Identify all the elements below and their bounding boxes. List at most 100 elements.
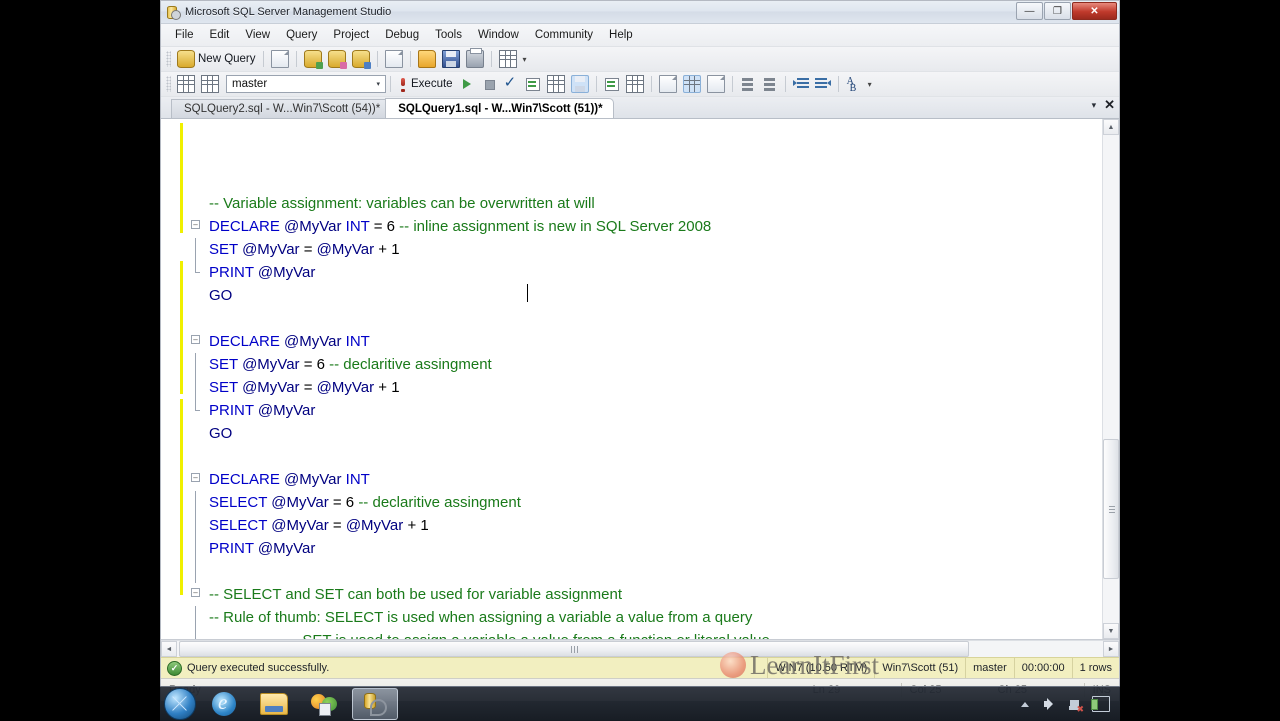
query-status-bar: ✓ Query executed successfully. WIN7 (10.… <box>161 657 1119 678</box>
results-to-grid-2-button[interactable] <box>680 74 704 94</box>
scroll-down-button[interactable]: ▼ <box>1103 623 1119 639</box>
query-options-button[interactable] <box>544 74 568 94</box>
disconnect-button[interactable] <box>198 74 222 94</box>
parse-button[interactable] <box>500 73 522 94</box>
code-line[interactable]: SET @MyVar = 6 -- declaritive assingment <box>183 353 1102 376</box>
menu-item-community[interactable]: Community <box>527 27 601 43</box>
volume-icon[interactable] <box>1042 696 1058 712</box>
code-line[interactable]: -- Rule of thumb: SELECT is used when as… <box>183 606 1102 629</box>
debug-button[interactable] <box>456 74 478 94</box>
connect-button[interactable] <box>174 74 198 94</box>
fold-collapse-icon[interactable]: – <box>191 220 200 229</box>
fold-collapse-icon[interactable]: – <box>191 473 200 482</box>
code-line[interactable]: – DECLARE @MyVar INT = 6 -- inline assign… <box>183 215 1102 238</box>
code-text-area[interactable]: -- Variable assignment: variables can be… <box>183 119 1102 639</box>
code-line[interactable]: SET @MyVar = @MyVar + 1 <box>183 376 1102 399</box>
network-icon[interactable] <box>1067 696 1084 715</box>
uncomment-button[interactable] <box>759 74 781 94</box>
code-line[interactable]: -- SET is used to assign a variable a va… <box>183 629 1102 639</box>
close-button[interactable]: ✕ <box>1072 2 1117 20</box>
results-to-grid-button[interactable] <box>568 74 592 94</box>
results-to-file-button[interactable] <box>704 74 728 94</box>
code-line[interactable]: PRINT @MyVar <box>183 399 1102 422</box>
scroll-right-button[interactable]: ► <box>1103 641 1119 657</box>
menu-item-help[interactable]: Help <box>601 27 641 43</box>
menu-item-window[interactable]: Window <box>470 27 527 43</box>
menu-item-project[interactable]: Project <box>325 27 377 43</box>
toolbar-grip[interactable] <box>166 76 171 92</box>
code-line[interactable]: – DECLARE @MyVar INT <box>183 330 1102 353</box>
code-line[interactable]: SELECT @MyVar = 6 -- declaritive assingm… <box>183 491 1102 514</box>
tab-list-dropdown-icon[interactable]: ▾ <box>1092 100 1097 111</box>
code-line[interactable]: – -- SELECT and SET can both be used for … <box>183 583 1102 606</box>
analysis-services-mdx-query-button[interactable] <box>325 49 349 69</box>
code-line[interactable]: GO <box>183 284 1102 307</box>
save-button[interactable] <box>439 49 463 69</box>
display-estimated-plan-button[interactable] <box>522 74 544 94</box>
fold-collapse-icon[interactable]: – <box>191 335 200 344</box>
menu-item-edit[interactable]: Edit <box>202 27 238 43</box>
outdent-button[interactable] <box>812 74 834 94</box>
show-hidden-icons-icon[interactable] <box>1017 696 1033 712</box>
toolbar-separator <box>595 76 597 92</box>
new-query-button[interactable]: New Query <box>174 49 259 69</box>
include-actual-plan-button[interactable] <box>601 74 623 94</box>
taskbar-button-internet-explorer[interactable] <box>202 689 246 719</box>
include-actual-plan-icon <box>604 76 620 92</box>
menu-item-view[interactable]: View <box>237 27 278 43</box>
code-line[interactable]: SET @MyVar = @MyVar + 1 <box>183 238 1102 261</box>
results-to-text-button[interactable] <box>656 74 680 94</box>
tab-sqlquery1[interactable]: SQLQuery1.sql - W...Win7\Scott (51))* <box>385 98 614 118</box>
taskbar-button-sql-server-management-studio[interactable] <box>352 688 398 720</box>
action-center-icon[interactable] <box>1091 696 1110 712</box>
code-line[interactable]: PRINT @MyVar <box>183 261 1102 284</box>
print-button[interactable] <box>463 48 487 69</box>
scroll-up-button[interactable]: ▲ <box>1103 119 1119 135</box>
code-line[interactable]: SELECT @MyVar = @MyVar + 1 <box>183 514 1102 537</box>
tab-sqlquery2[interactable]: SQLQuery2.sql - W...Win7\Scott (54))* <box>171 99 392 118</box>
code-line[interactable]: PRINT @MyVar <box>183 537 1102 560</box>
find-button[interactable] <box>496 49 520 69</box>
sort-az-button[interactable] <box>843 74 865 97</box>
code-line[interactable] <box>183 445 1102 468</box>
menu-item-tools[interactable]: Tools <box>427 27 470 43</box>
code-line[interactable] <box>183 560 1102 583</box>
include-client-statistics-button[interactable] <box>623 74 647 94</box>
database-selector[interactable]: master ▾ <box>226 75 386 93</box>
horizontal-scrollbar-thumb[interactable] <box>179 641 969 657</box>
database-engine-query-button[interactable] <box>301 49 325 69</box>
horizontal-scrollbar[interactable]: ◄ ► <box>161 640 1119 657</box>
standard-toolbar-overflow[interactable]: ▾ <box>520 49 530 69</box>
code-line[interactable]: GO <box>183 422 1102 445</box>
vertical-scrollbar[interactable]: ▲ ▼ <box>1102 119 1119 639</box>
indent-button[interactable] <box>790 74 812 94</box>
close-tab-icon[interactable]: ✕ <box>1104 98 1115 111</box>
comment-button[interactable] <box>737 74 759 94</box>
taskbar-button-windows-explorer[interactable] <box>252 689 296 719</box>
scroll-left-button[interactable]: ◄ <box>161 641 177 657</box>
open-file-button[interactable] <box>415 49 439 69</box>
menu-item-file[interactable]: File <box>167 27 202 43</box>
editor-gutter[interactable] <box>161 119 183 639</box>
code-line[interactable] <box>183 307 1102 330</box>
start-button[interactable] <box>164 688 196 720</box>
taskbar-button-media-app[interactable] <box>302 689 346 719</box>
toolbar-grip[interactable] <box>166 51 171 67</box>
editor-toolbar-overflow[interactable]: ▾ <box>865 74 875 94</box>
fold-collapse-icon[interactable]: – <box>191 588 200 597</box>
new-project-button[interactable] <box>382 49 406 69</box>
minimize-button[interactable]: — <box>1016 2 1043 20</box>
code-line[interactable]: -- Variable assignment: variables can be… <box>183 192 1102 215</box>
fold-guide-line <box>195 514 196 537</box>
execute-button[interactable]: Execute <box>395 74 456 94</box>
maximize-button[interactable]: ❐ <box>1044 2 1071 20</box>
menu-item-query[interactable]: Query <box>278 27 325 43</box>
stop-button[interactable] <box>478 74 500 94</box>
code-token: @MyVar <box>257 264 316 281</box>
code-line[interactable]: – DECLARE @MyVar INT <box>183 468 1102 491</box>
sql-server-compact-query-button[interactable] <box>349 49 373 69</box>
new-file-button[interactable] <box>268 49 292 69</box>
code-token: @MyVar <box>316 241 379 258</box>
menu-item-debug[interactable]: Debug <box>377 27 427 43</box>
vertical-scrollbar-thumb[interactable] <box>1103 439 1119 579</box>
